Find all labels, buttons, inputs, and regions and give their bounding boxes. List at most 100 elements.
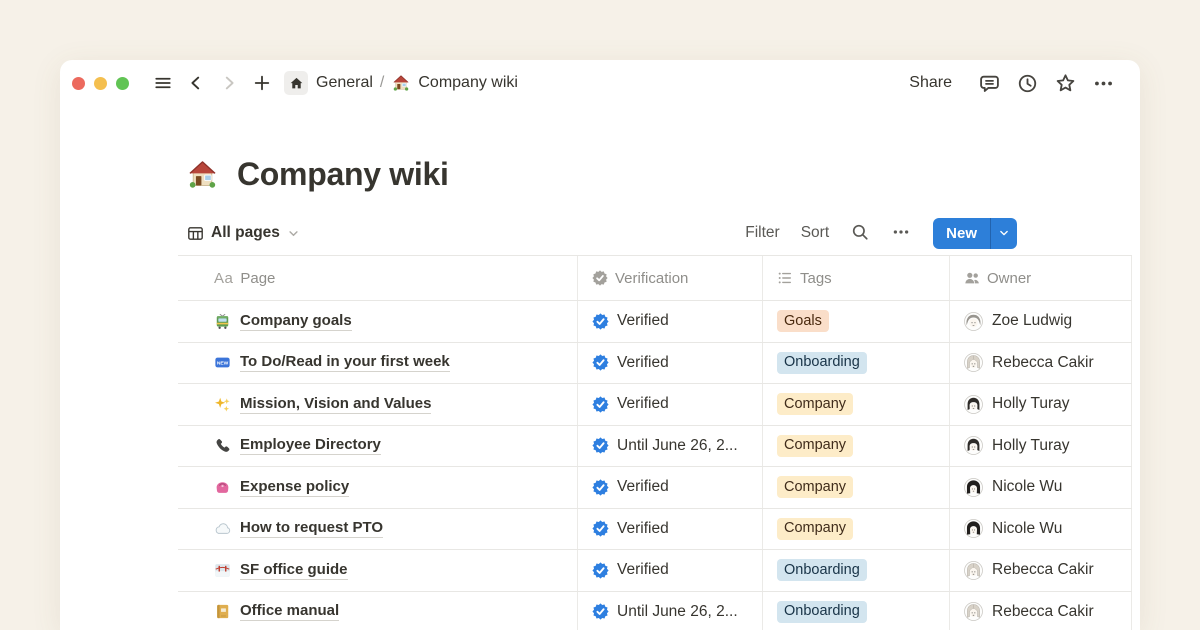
breadcrumb-page[interactable]: Company wiki — [418, 74, 518, 92]
minimize-window-button[interactable] — [94, 77, 107, 90]
tags-cell[interactable]: Onboarding — [763, 343, 950, 384]
favorite-button[interactable] — [1050, 68, 1080, 98]
table-view-icon — [187, 225, 204, 242]
column-header-tags[interactable]: Tags — [763, 256, 950, 300]
view-toolbar: All pages Filter Sort New — [187, 217, 1132, 249]
page-content: Company wiki All pages Filter Sort New A… — [60, 156, 1140, 630]
close-window-button[interactable] — [72, 77, 85, 90]
verification-cell[interactable]: Verified — [578, 343, 763, 384]
list-icon — [777, 270, 793, 286]
avatar — [964, 312, 983, 331]
owner-cell[interactable]: Holly Turay — [950, 426, 1132, 467]
page-cell[interactable]: Expense policy — [178, 467, 578, 508]
verified-badge-icon — [592, 313, 609, 330]
table-row: SF office guide Verified Onboarding Rebe… — [178, 550, 1132, 592]
tram-emoji-icon — [214, 313, 231, 330]
page-link[interactable]: Company goals — [240, 312, 352, 331]
table-row: To Do/Read in your first week Verified O… — [178, 343, 1132, 385]
cloud-emoji-icon — [214, 520, 231, 537]
verification-cell[interactable]: Verified — [578, 509, 763, 550]
breadcrumb-separator: / — [380, 74, 384, 92]
verification-cell[interactable]: Verified — [578, 467, 763, 508]
page-link[interactable]: How to request PTO — [240, 519, 383, 538]
sidebar-menu-button[interactable] — [149, 69, 177, 97]
column-header-owner[interactable]: Owner — [950, 256, 1132, 300]
comments-button[interactable] — [974, 68, 1004, 98]
search-button[interactable] — [850, 223, 870, 243]
filter-button[interactable]: Filter — [745, 224, 779, 242]
tags-cell[interactable]: Goals — [763, 301, 950, 342]
page-title-row: Company wiki — [185, 156, 1132, 193]
tags-cell[interactable]: Onboarding — [763, 592, 950, 630]
page-cell[interactable]: Employee Directory — [178, 426, 578, 467]
page-link[interactable]: Expense policy — [240, 478, 349, 497]
nav-forward-button[interactable] — [215, 69, 243, 97]
table-row: How to request PTO Verified Company Nico… — [178, 509, 1132, 551]
page-cell[interactable]: How to request PTO — [178, 509, 578, 550]
tag-pill[interactable]: Company — [777, 435, 853, 457]
breadcrumb-root[interactable]: General — [316, 74, 373, 92]
table-row: Office manual Until June 26, 2... Onboar… — [178, 592, 1132, 630]
sort-button[interactable]: Sort — [801, 224, 829, 242]
owner-cell[interactable]: Nicole Wu — [950, 509, 1132, 550]
share-button[interactable]: Share — [909, 74, 952, 92]
page-link[interactable]: Office manual — [240, 602, 339, 621]
table-header-row: AaPageVerificationTagsOwner — [178, 256, 1132, 301]
view-tab-all-pages[interactable]: All pages — [187, 224, 300, 242]
house-emoji-icon — [391, 73, 411, 93]
tags-cell[interactable]: Onboarding — [763, 550, 950, 591]
avatar — [964, 478, 983, 497]
updates-button[interactable] — [1012, 68, 1042, 98]
avatar — [964, 519, 983, 538]
view-options-button[interactable] — [891, 223, 911, 243]
owner-cell[interactable]: Holly Turay — [950, 384, 1132, 425]
new-page-button[interactable] — [248, 69, 276, 97]
page-cell[interactable]: Mission, Vision and Values — [178, 384, 578, 425]
page-link[interactable]: To Do/Read in your first week — [240, 353, 450, 372]
page-cell[interactable]: Company goals — [178, 301, 578, 342]
home-breadcrumb-chip[interactable] — [284, 71, 308, 95]
tag-pill[interactable]: Company — [777, 518, 853, 540]
new-button[interactable]: New — [933, 218, 990, 249]
page-link[interactable]: Mission, Vision and Values — [240, 395, 431, 414]
page-cell[interactable]: SF office guide — [178, 550, 578, 591]
tags-cell[interactable]: Company — [763, 467, 950, 508]
more-options-button[interactable] — [1088, 68, 1118, 98]
page-cell[interactable]: To Do/Read in your first week — [178, 343, 578, 384]
tag-pill[interactable]: Onboarding — [777, 601, 867, 623]
star-icon — [1055, 73, 1076, 94]
verification-cell[interactable]: Until June 26, 2... — [578, 426, 763, 467]
verification-cell[interactable]: Verified — [578, 384, 763, 425]
tags-cell[interactable]: Company — [763, 384, 950, 425]
verification-cell[interactable]: Verified — [578, 301, 763, 342]
avatar — [964, 436, 983, 455]
verification-cell[interactable]: Until June 26, 2... — [578, 592, 763, 630]
tag-pill[interactable]: Onboarding — [777, 559, 867, 581]
owner-cell[interactable]: Zoe Ludwig — [950, 301, 1132, 342]
owner-cell[interactable]: Rebecca Cakir — [950, 592, 1132, 630]
text-property-icon: Aa — [214, 270, 233, 287]
column-header-verification[interactable]: Verification — [578, 256, 763, 300]
chevron-down-icon — [998, 227, 1010, 239]
window-topbar: General / Company wiki Share — [60, 60, 1140, 106]
owner-cell[interactable]: Rebecca Cakir — [950, 550, 1132, 591]
column-header-page[interactable]: AaPage — [178, 256, 578, 300]
page-cell[interactable]: Office manual — [178, 592, 578, 630]
owner-cell[interactable]: Rebecca Cakir — [950, 343, 1132, 384]
owner-cell[interactable]: Nicole Wu — [950, 467, 1132, 508]
tag-pill[interactable]: Company — [777, 476, 853, 498]
tags-cell[interactable]: Company — [763, 509, 950, 550]
ledger-emoji-icon — [214, 603, 231, 620]
verification-cell[interactable]: Verified — [578, 550, 763, 591]
tag-pill[interactable]: Company — [777, 393, 853, 415]
page-link[interactable]: Employee Directory — [240, 436, 381, 455]
tags-cell[interactable]: Company — [763, 426, 950, 467]
nav-back-button[interactable] — [182, 69, 210, 97]
tag-pill[interactable]: Goals — [777, 310, 829, 332]
notion-window: General / Company wiki Share Company wik… — [60, 60, 1140, 630]
page-title: Company wiki — [237, 156, 449, 193]
new-dropdown-button[interactable] — [991, 218, 1017, 249]
page-link[interactable]: SF office guide — [240, 561, 348, 580]
fullscreen-window-button[interactable] — [116, 77, 129, 90]
tag-pill[interactable]: Onboarding — [777, 352, 867, 374]
